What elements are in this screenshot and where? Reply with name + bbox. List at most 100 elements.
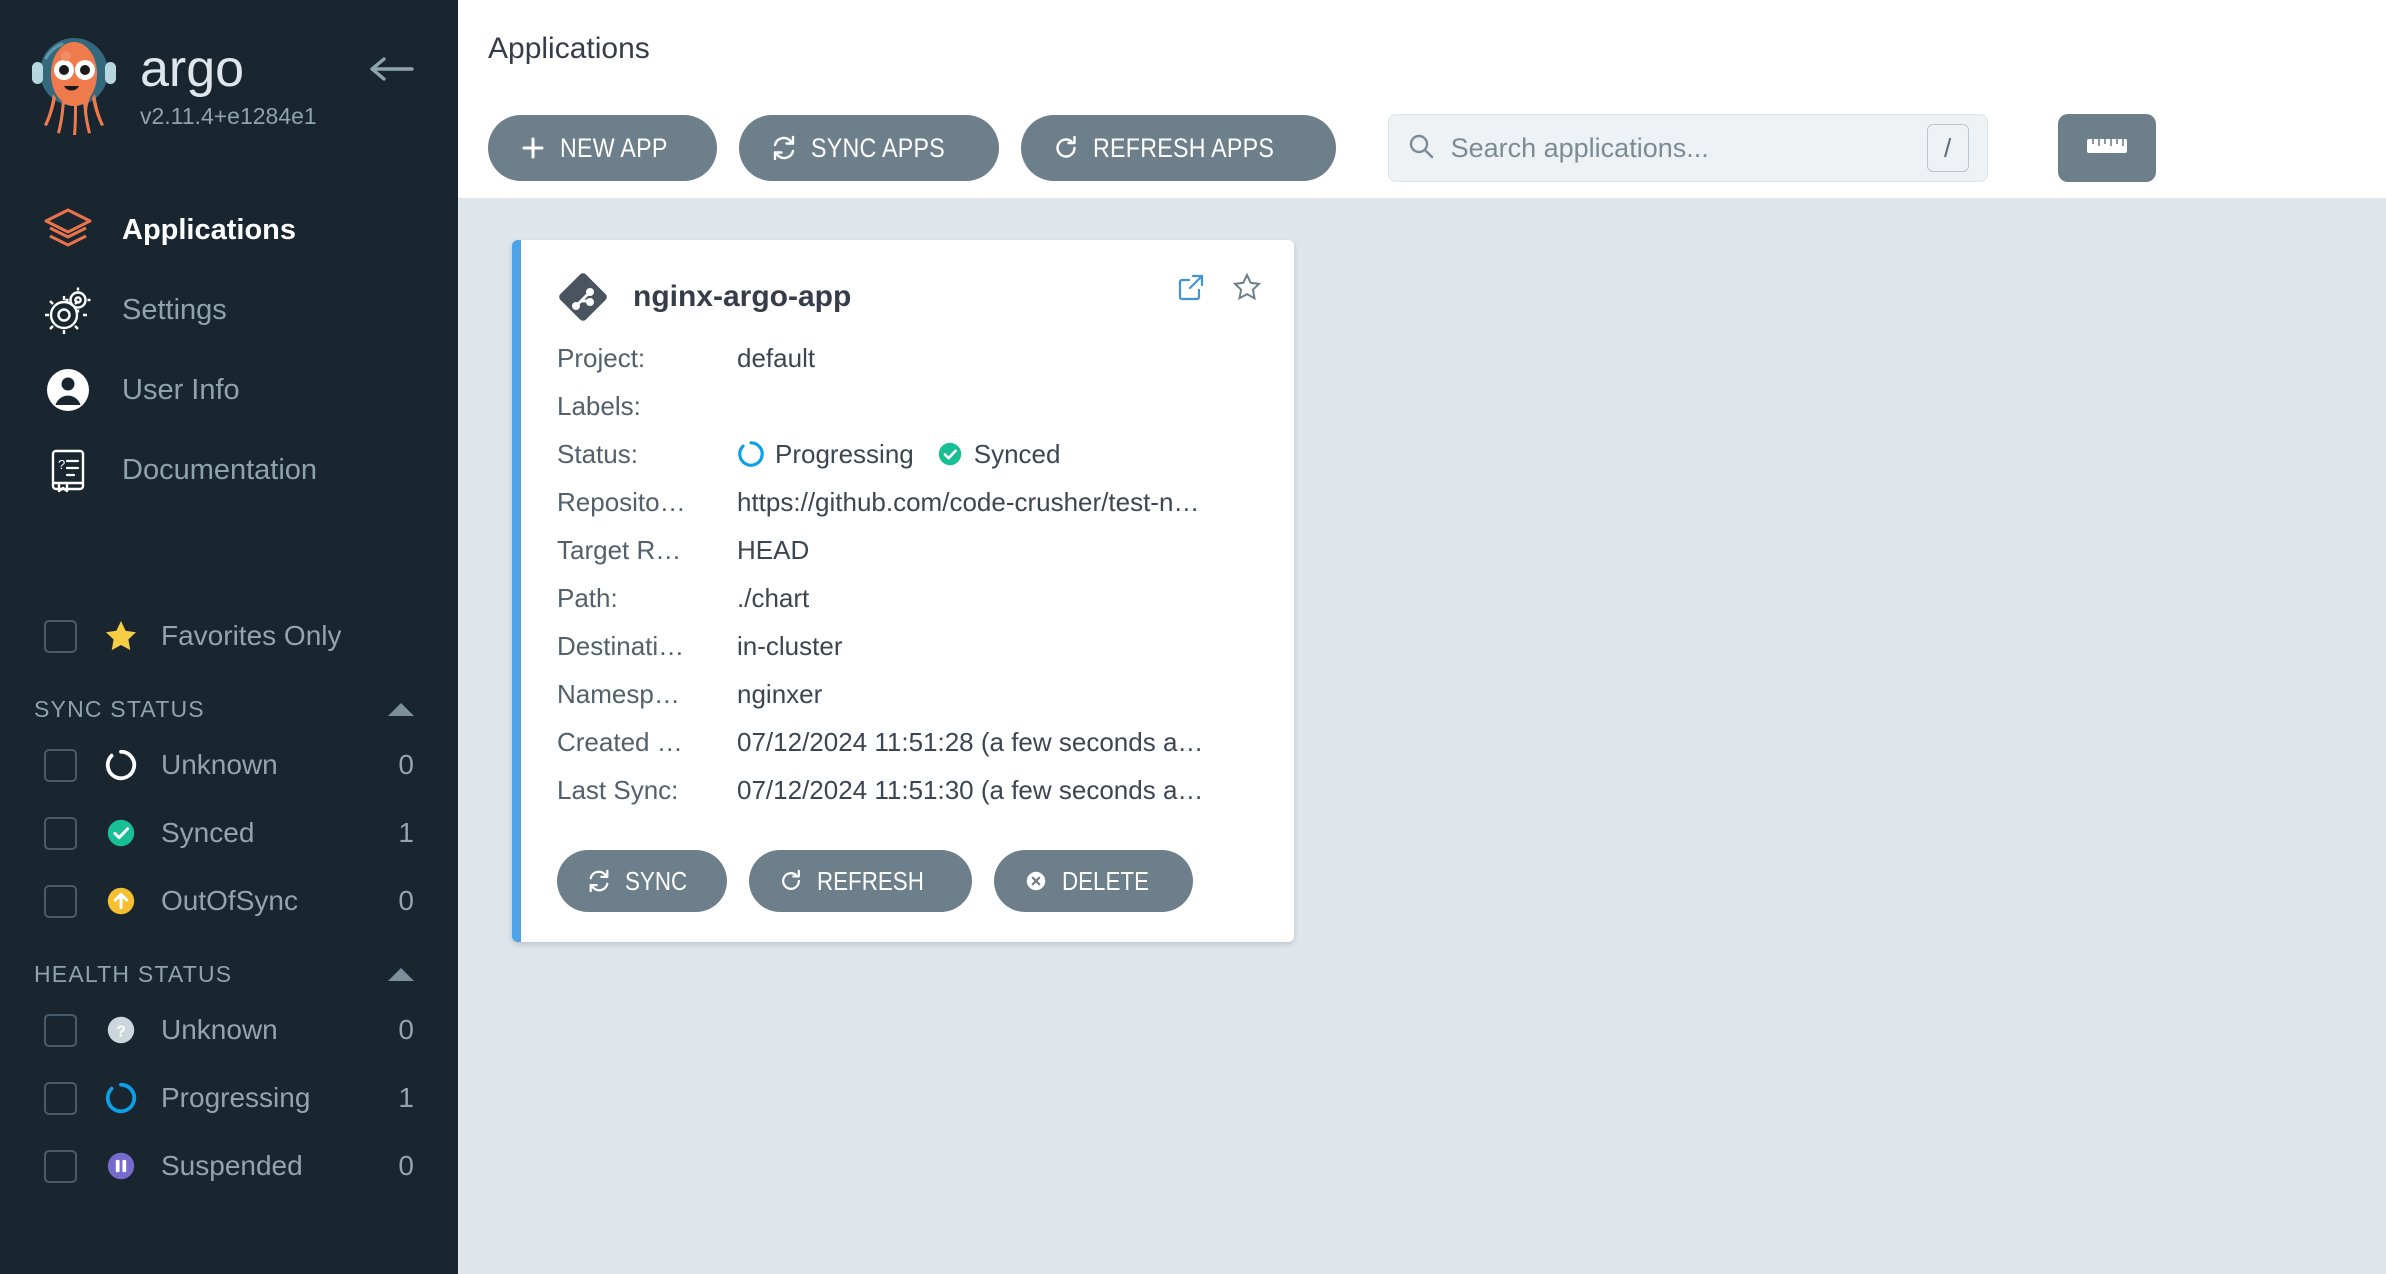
sync-apps-button[interactable]: SYNC APPS <box>739 115 999 181</box>
book-question-icon: ? <box>42 444 94 496</box>
filter-label: Suspended <box>161 1150 303 1181</box>
refresh-apps-button[interactable]: REFRESH APPS <box>1020 115 1336 181</box>
filter-checkbox[interactable] <box>44 884 77 918</box>
arrow-up-circle-icon <box>103 883 139 919</box>
field-value: default <box>737 342 816 373</box>
filter-checkbox[interactable] <box>44 816 77 850</box>
refresh-icon <box>779 869 803 893</box>
arrow-left-icon[interactable] <box>368 52 414 86</box>
field-key: Destinati… <box>557 630 685 661</box>
sidebar-nav: Applications Settings User Info ? Docume… <box>0 190 458 510</box>
field-key: Target R… <box>557 534 682 565</box>
favorites-checkbox[interactable] <box>44 619 77 653</box>
filter-label: Synced <box>161 817 255 848</box>
ruler-icon <box>2085 135 2129 162</box>
circle-dashed-icon <box>103 747 139 783</box>
sidebar-item-user-info[interactable]: User Info <box>0 350 458 430</box>
new-app-button[interactable]: NEW APP <box>488 115 718 181</box>
refresh-apps-label: REFRESH APPS <box>1092 132 1275 163</box>
filter-checkbox[interactable] <box>44 1149 77 1183</box>
sync-icon <box>771 135 797 161</box>
external-link-icon[interactable] <box>1174 270 1208 304</box>
field-key: Reposito… <box>557 486 686 517</box>
filter-sync-outofsync[interactable]: OutOfSync 0 <box>0 867 458 935</box>
svg-text:?: ? <box>116 1023 126 1041</box>
check-circle-icon <box>103 815 139 851</box>
delete-button[interactable]: DELETE <box>993 850 1193 912</box>
plus-icon <box>520 135 546 161</box>
field-status: Status: Progressing Synced <box>557 430 1264 478</box>
search-shortcut-badge: / <box>1926 124 1969 172</box>
question-circle-icon: ? <box>103 1012 139 1048</box>
application-card-header: nginx-argo-app <box>557 266 1264 328</box>
application-card[interactable]: nginx-argo-app Project: default Labels: … <box>512 240 1294 942</box>
field-key: Labels: <box>557 390 641 421</box>
field-value: Progressing Synced <box>737 439 1060 470</box>
filter-count: 1 <box>398 817 414 848</box>
sync-icon <box>587 869 611 893</box>
filter-count: 1 <box>398 1082 414 1113</box>
section-title: HEALTH STATUS <box>34 961 233 987</box>
field-last-sync: Last Sync: 07/12/2024 11:51:30 (a few se… <box>557 766 1264 814</box>
ruler-button[interactable] <box>2057 114 2156 182</box>
section-header-sync-status: SYNC STATUS <box>0 670 458 731</box>
sidebar-item-label: User Info <box>122 373 240 406</box>
sidebar-item-applications[interactable]: Applications <box>0 190 458 270</box>
field-value: ./chart <box>737 582 810 613</box>
star-outline-icon[interactable] <box>1230 270 1264 304</box>
filter-sync-synced[interactable]: Synced 1 <box>0 799 458 867</box>
filter-checkbox[interactable] <box>44 1081 77 1115</box>
main-area: Applications NEW APP SYNC APPS REFRESH A… <box>458 0 2386 1274</box>
field-value: nginxer <box>737 678 823 709</box>
filter-label: Progressing <box>161 1082 311 1113</box>
filter-sync-unknown[interactable]: Unknown 0 <box>0 731 458 799</box>
field-destination: Destinati… in-cluster <box>557 622 1264 670</box>
field-key: Path: <box>557 582 618 613</box>
argocd-app: argo v2.11.4+e1284e1 Applications Settin… <box>0 0 2386 1274</box>
star-icon <box>103 618 139 654</box>
field-value: https://github.com/code-crusher/test-n… <box>737 486 1200 517</box>
refresh-icon <box>1053 135 1079 161</box>
sync-button[interactable]: SYNC <box>557 850 728 912</box>
search-input[interactable] <box>1450 132 1927 164</box>
section-header-health-status: HEALTH STATUS <box>0 935 458 996</box>
toolbar: NEW APP SYNC APPS REFRESH APPS Search ap… <box>458 98 2386 198</box>
filter-checkbox[interactable] <box>44 748 77 782</box>
delete-circle-icon <box>1024 869 1048 893</box>
field-value: 07/12/2024 11:51:30 (a few seconds a… <box>737 774 1204 805</box>
field-value: 07/12/2024 11:51:28 (a few seconds a… <box>737 726 1204 757</box>
search-box[interactable]: / <box>1387 114 1988 182</box>
sync-button-label: SYNC <box>625 865 688 896</box>
sidebar-item-label: Settings <box>122 293 227 326</box>
sidebar-item-documentation[interactable]: ? Documentation <box>0 430 458 510</box>
filter-label: Unknown <box>161 749 278 780</box>
sidebar-item-settings[interactable]: Settings <box>0 270 458 350</box>
filter-checkbox[interactable] <box>44 1013 77 1047</box>
filters: Favorites Only SYNC STATUS Unknown 0 Syn… <box>0 602 458 1200</box>
chevron-up-icon[interactable] <box>388 703 414 716</box>
refresh-button-label: REFRESH <box>817 865 925 896</box>
content-area: nginx-argo-app Project: default Labels: … <box>458 198 2386 1274</box>
filter-health-unknown[interactable]: ? Unknown 0 <box>0 996 458 1064</box>
gears-icon <box>42 284 94 336</box>
refresh-button[interactable]: REFRESH <box>749 850 972 912</box>
delete-button-label: DELETE <box>1061 865 1149 896</box>
filter-favorites-only[interactable]: Favorites Only <box>0 602 458 670</box>
field-created-at: Created … 07/12/2024 11:51:28 (a few sec… <box>557 718 1264 766</box>
filter-count: 0 <box>398 1150 414 1181</box>
field-key: Namesp… <box>557 678 680 709</box>
field-project: Project: default <box>557 334 1264 382</box>
sidebar-item-label: Documentation <box>122 453 318 486</box>
status-progressing-label: Progressing <box>775 438 914 469</box>
field-key: Created … <box>557 726 683 757</box>
argo-octopus-logo <box>32 38 116 135</box>
field-repository: Reposito… https://github.com/code-crushe… <box>557 478 1264 526</box>
filter-count: 0 <box>398 749 414 780</box>
filter-count: 0 <box>398 885 414 916</box>
field-value: in-cluster <box>737 630 843 661</box>
filter-health-progressing[interactable]: Progressing 1 <box>0 1064 458 1132</box>
filter-health-suspended[interactable]: Suspended 0 <box>0 1132 458 1200</box>
top-bar: Applications <box>458 0 2386 98</box>
field-target-revision: Target R… HEAD <box>557 526 1264 574</box>
chevron-up-icon[interactable] <box>388 968 414 981</box>
